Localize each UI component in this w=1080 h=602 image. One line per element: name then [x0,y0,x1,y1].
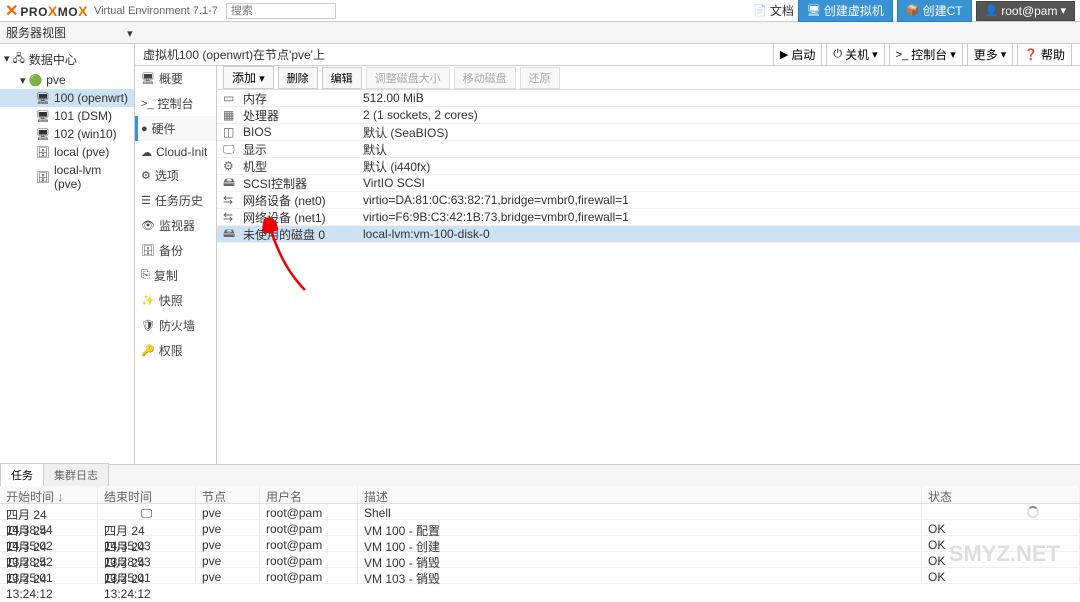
main: ▾ 🖧 数据中心 ▾ 🟢 pve 🖥 100 (openwrt) 🖥 101 (… [0,44,1080,464]
resource-tree: ▾ 🖧 数据中心 ▾ 🟢 pve 🖥 100 (openwrt) 🖥 101 (… [0,44,135,464]
subnav-overview[interactable]: 🖥 概要 [135,66,216,91]
subnav-replication[interactable]: ⎘ 复制 [135,263,216,288]
subnav-snapshot[interactable]: ✨ 快照 [135,288,216,313]
search-input[interactable] [226,3,336,19]
tree-storage-local-lvm[interactable]: 🗄 local-lvm (pve) [0,161,134,193]
add-button[interactable]: 添加 ▾ [223,66,274,89]
hw-row-memory[interactable]: ▭内存512.00 MiB [217,90,1080,107]
view-bar: 服务器视图 ▾ [0,22,1080,44]
col-status[interactable]: 状态 [922,486,1080,503]
net-icon: ⇆ [223,210,243,224]
subnav: 🖥 概要 >_ 控制台 ● 硬件 ☁ Cloud-Init ⚙ 选项 ☰ 任务历… [135,66,217,464]
subnav-options[interactable]: ⚙ 选项 [135,163,216,188]
display-icon: 🖵 [223,142,243,157]
task-row[interactable]: 四月 24 13:24:12四月 24 13:24:12pveroot@pamV… [0,568,1080,584]
subnav-monitor[interactable]: 👁 监视器 [135,213,216,238]
subnav-history[interactable]: ☰ 任务历史 [135,188,216,213]
tab-tasks[interactable]: 任务 [0,463,44,486]
shutdown-button[interactable]: ⏻ 关机 ▾ [826,43,884,66]
spinner-icon [1027,506,1039,518]
hw-row-cpu[interactable]: ▦处理器2 (1 sockets, 2 cores) [217,107,1080,124]
delete-button[interactable]: 删除 [278,67,318,89]
annotation-arrow [260,215,320,295]
logo: ✕ PROXMOX [5,1,88,21]
docs-link[interactable]: 📄 文档 [753,2,794,19]
task-row[interactable]: 四月 24 13:25:01四月 24 13:25:01pveroot@pamV… [0,552,1080,568]
resize-button[interactable]: 调整磁盘大小 [366,67,450,89]
subnav-hardware[interactable]: ● 硬件 [135,116,216,141]
subnav-permissions[interactable]: 🔑 权限 [135,338,216,363]
restore-button[interactable]: 还原 [520,67,560,89]
task-list: 四月 24 14:38:54🖵pveroot@pamShell 四月 24 14… [0,504,1080,584]
hw-row-scsi[interactable]: 🖴SCSI控制器VirtIO SCSI [217,175,1080,192]
subnav-console[interactable]: >_ 控制台 [135,91,216,116]
task-row[interactable]: 四月 24 14:38:54🖵pveroot@pamShell [0,504,1080,520]
view-selector[interactable]: 服务器视图 ▾ [6,24,133,41]
hw-row-display[interactable]: 🖵显示默认 [217,141,1080,158]
vm-actions: ▶ 启动 ⏻ 关机 ▾ >_ 控制台 ▾ 更多 ▾ ❓ 帮助 [773,43,1072,66]
net-icon: ⇆ [223,193,243,207]
create-vm-button[interactable]: 🖥 创建虚拟机 [798,0,893,22]
user-menu[interactable]: 👤 root@pam ▾ [976,1,1075,21]
col-node[interactable]: 节点 [196,486,260,503]
bottom-tabs: 任务 集群日志 [0,464,1080,486]
hw-row-net0[interactable]: ⇆网络设备 (net0)virtio=DA:81:0C:63:82:71,bri… [217,192,1080,209]
col-start[interactable]: 开始时间 ↓ [0,486,98,503]
breadcrumb: 虚拟机100 (openwrt)在节点'pve'上 [143,46,325,63]
tree-storage-local[interactable]: 🗄 local (pve) [0,143,134,161]
tree-vm-100[interactable]: 🖥 100 (openwrt) [0,89,134,107]
col-user[interactable]: 用户名 [260,486,358,503]
start-button[interactable]: ▶ 启动 [773,43,822,66]
edit-button[interactable]: 编辑 [322,67,362,89]
topbar-actions: 📄 文档 🖥 创建虚拟机 📦 创建CT 👤 root@pam ▾ [753,0,1075,22]
chip-icon: ◫ [223,125,243,139]
move-button[interactable]: 移动磁盘 [454,67,516,89]
gear-icon: ⚙ [223,159,243,173]
task-row[interactable]: 四月 24 14:35:02四月 24 14:35:03pveroot@pamV… [0,520,1080,536]
tree-vm-102[interactable]: 🖥 102 (win10) [0,125,134,143]
col-end[interactable]: 结束时间 [98,486,196,503]
tree-datacenter[interactable]: ▾ 🖧 数据中心 [0,48,134,71]
subnav-backup[interactable]: 🗄 备份 [135,238,216,263]
help-button[interactable]: ❓ 帮助 [1017,43,1072,66]
tree-node-pve[interactable]: ▾ 🟢 pve [0,71,134,89]
memory-icon: ▭ [223,91,243,105]
version-label: Virtual Environment 7.1-7 [94,5,218,17]
subnav-firewall[interactable]: 🛡 防火墙 [135,313,216,338]
hardware-toolbar: 添加 ▾ 删除 编辑 调整磁盘大小 移动磁盘 还原 [217,66,1080,90]
hdd-icon: 🖴 [223,224,243,245]
tab-cluster-log[interactable]: 集群日志 [43,463,109,486]
col-desc[interactable]: 描述 [358,486,922,503]
hw-row-unused-disk[interactable]: 🖴未使用的磁盘 0local-lvm:vm-100-disk-0 [217,226,1080,243]
breadcrumb-bar: 虚拟机100 (openwrt)在节点'pve'上 ▶ 启动 ⏻ 关机 ▾ >_… [135,44,1080,66]
hw-row-net1[interactable]: ⇆网络设备 (net1)virtio=F6:9B:C3:42:1B:73,bri… [217,209,1080,226]
hw-row-bios[interactable]: ◫BIOS默认 (SeaBIOS) [217,124,1080,141]
subnav-cloud-init[interactable]: ☁ Cloud-Init [135,141,216,163]
hardware-grid: ▭内存512.00 MiB ▦处理器2 (1 sockets, 2 cores)… [217,90,1080,464]
logo-icon: ✕ [5,1,18,21]
hardware-panel: 添加 ▾ 删除 编辑 调整磁盘大小 移动磁盘 还原 ▭内存512.00 MiB … [217,66,1080,464]
hw-row-machine[interactable]: ⚙机型默认 (i440fx) [217,158,1080,175]
more-button[interactable]: 更多 ▾ [967,43,1014,66]
tree-vm-101[interactable]: 🖥 101 (DSM) [0,107,134,125]
topbar: ✕ PROXMOX Virtual Environment 7.1-7 📄 文档… [0,0,1080,22]
cpu-icon: ▦ [223,108,243,122]
hdd-icon: 🖴 [223,173,243,194]
task-row[interactable]: 四月 24 13:28:52四月 24 13:28:53pveroot@pamV… [0,536,1080,552]
create-ct-button[interactable]: 📦 创建CT [897,0,972,22]
console-button[interactable]: >_ 控制台 ▾ [889,43,963,66]
task-header: 开始时间 ↓ 结束时间 节点 用户名 描述 状态 [0,486,1080,504]
